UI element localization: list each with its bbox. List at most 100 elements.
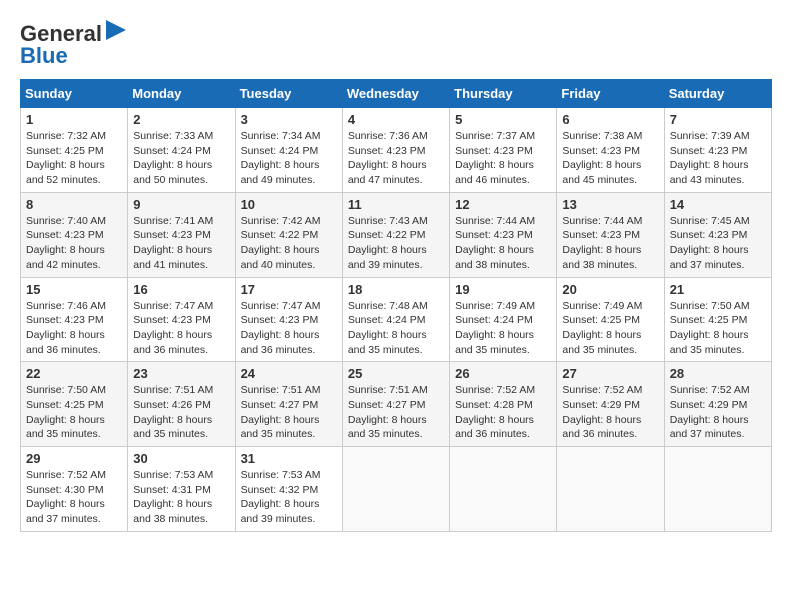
day-info: Sunrise: 7:41 AM Sunset: 4:23 PM Dayligh… [133,214,229,273]
sunrise-text: Sunrise: 7:36 AM [348,130,428,142]
day-info: Sunrise: 7:45 AM Sunset: 4:23 PM Dayligh… [670,214,766,273]
day-number: 1 [26,112,122,127]
sunset-text: Sunset: 4:23 PM [670,229,748,241]
sunrise-text: Sunrise: 7:33 AM [133,130,213,142]
sunrise-text: Sunrise: 7:48 AM [348,300,428,312]
calendar-cell: 25 Sunrise: 7:51 AM Sunset: 4:27 PM Dayl… [342,362,449,447]
day-info: Sunrise: 7:50 AM Sunset: 4:25 PM Dayligh… [26,383,122,442]
calendar-cell: 14 Sunrise: 7:45 AM Sunset: 4:23 PM Dayl… [664,192,771,277]
calendar-week-row: 15 Sunrise: 7:46 AM Sunset: 4:23 PM Dayl… [21,277,772,362]
daylight-text: Daylight: 8 hours and 40 minutes. [241,244,320,271]
sunset-text: Sunset: 4:23 PM [670,145,748,157]
daylight-text: Daylight: 8 hours and 52 minutes. [26,159,105,186]
calendar-cell: 21 Sunrise: 7:50 AM Sunset: 4:25 PM Dayl… [664,277,771,362]
day-number: 7 [670,112,766,127]
calendar-cell: 31 Sunrise: 7:53 AM Sunset: 4:32 PM Dayl… [235,447,342,532]
calendar-cell [450,447,557,532]
day-info: Sunrise: 7:48 AM Sunset: 4:24 PM Dayligh… [348,299,444,358]
sunset-text: Sunset: 4:23 PM [455,229,533,241]
column-header-wednesday: Wednesday [342,80,449,108]
column-header-thursday: Thursday [450,80,557,108]
sunrise-text: Sunrise: 7:46 AM [26,300,106,312]
sunrise-text: Sunrise: 7:52 AM [455,384,535,396]
sunrise-text: Sunrise: 7:52 AM [670,384,750,396]
day-number: 22 [26,366,122,381]
daylight-text: Daylight: 8 hours and 35 minutes. [562,329,641,356]
day-info: Sunrise: 7:52 AM Sunset: 4:29 PM Dayligh… [670,383,766,442]
day-number: 6 [562,112,658,127]
daylight-text: Daylight: 8 hours and 39 minutes. [241,498,320,525]
calendar-cell: 8 Sunrise: 7:40 AM Sunset: 4:23 PM Dayli… [21,192,128,277]
day-number: 11 [348,197,444,212]
daylight-text: Daylight: 8 hours and 35 minutes. [670,329,749,356]
calendar-cell [342,447,449,532]
daylight-text: Daylight: 8 hours and 50 minutes. [133,159,212,186]
day-info: Sunrise: 7:46 AM Sunset: 4:23 PM Dayligh… [26,299,122,358]
column-header-friday: Friday [557,80,664,108]
sunset-text: Sunset: 4:24 PM [348,314,426,326]
sunrise-text: Sunrise: 7:34 AM [241,130,321,142]
day-info: Sunrise: 7:39 AM Sunset: 4:23 PM Dayligh… [670,129,766,188]
day-number: 17 [241,282,337,297]
day-number: 30 [133,451,229,466]
day-info: Sunrise: 7:36 AM Sunset: 4:23 PM Dayligh… [348,129,444,188]
day-number: 25 [348,366,444,381]
page-header: General Blue [20,20,772,69]
daylight-text: Daylight: 8 hours and 42 minutes. [26,244,105,271]
daylight-text: Daylight: 8 hours and 35 minutes. [348,329,427,356]
sunrise-text: Sunrise: 7:44 AM [562,215,642,227]
sunset-text: Sunset: 4:24 PM [133,145,211,157]
calendar-cell: 1 Sunrise: 7:32 AM Sunset: 4:25 PM Dayli… [21,108,128,193]
sunset-text: Sunset: 4:23 PM [348,145,426,157]
sunset-text: Sunset: 4:22 PM [241,229,319,241]
calendar-cell: 16 Sunrise: 7:47 AM Sunset: 4:23 PM Dayl… [128,277,235,362]
sunset-text: Sunset: 4:24 PM [241,145,319,157]
day-info: Sunrise: 7:49 AM Sunset: 4:24 PM Dayligh… [455,299,551,358]
calendar-week-row: 1 Sunrise: 7:32 AM Sunset: 4:25 PM Dayli… [21,108,772,193]
calendar-week-row: 29 Sunrise: 7:52 AM Sunset: 4:30 PM Dayl… [21,447,772,532]
sunrise-text: Sunrise: 7:53 AM [133,469,213,481]
daylight-text: Daylight: 8 hours and 39 minutes. [348,244,427,271]
daylight-text: Daylight: 8 hours and 37 minutes. [670,244,749,271]
daylight-text: Daylight: 8 hours and 36 minutes. [26,329,105,356]
sunset-text: Sunset: 4:23 PM [26,314,104,326]
calendar-cell: 6 Sunrise: 7:38 AM Sunset: 4:23 PM Dayli… [557,108,664,193]
day-info: Sunrise: 7:52 AM Sunset: 4:29 PM Dayligh… [562,383,658,442]
day-number: 12 [455,197,551,212]
calendar-cell: 17 Sunrise: 7:47 AM Sunset: 4:23 PM Dayl… [235,277,342,362]
day-number: 3 [241,112,337,127]
calendar-cell: 10 Sunrise: 7:42 AM Sunset: 4:22 PM Dayl… [235,192,342,277]
sunrise-text: Sunrise: 7:45 AM [670,215,750,227]
day-info: Sunrise: 7:51 AM Sunset: 4:27 PM Dayligh… [348,383,444,442]
day-number: 2 [133,112,229,127]
calendar-cell: 2 Sunrise: 7:33 AM Sunset: 4:24 PM Dayli… [128,108,235,193]
sunrise-text: Sunrise: 7:39 AM [670,130,750,142]
sunset-text: Sunset: 4:27 PM [241,399,319,411]
day-number: 28 [670,366,766,381]
sunrise-text: Sunrise: 7:49 AM [455,300,535,312]
daylight-text: Daylight: 8 hours and 35 minutes. [133,414,212,441]
daylight-text: Daylight: 8 hours and 45 minutes. [562,159,641,186]
day-info: Sunrise: 7:33 AM Sunset: 4:24 PM Dayligh… [133,129,229,188]
day-number: 27 [562,366,658,381]
day-info: Sunrise: 7:34 AM Sunset: 4:24 PM Dayligh… [241,129,337,188]
column-header-monday: Monday [128,80,235,108]
sunset-text: Sunset: 4:25 PM [670,314,748,326]
day-number: 20 [562,282,658,297]
calendar-cell: 18 Sunrise: 7:48 AM Sunset: 4:24 PM Dayl… [342,277,449,362]
day-number: 4 [348,112,444,127]
sunset-text: Sunset: 4:25 PM [26,399,104,411]
calendar-table: SundayMondayTuesdayWednesdayThursdayFrid… [20,79,772,532]
day-info: Sunrise: 7:47 AM Sunset: 4:23 PM Dayligh… [133,299,229,358]
calendar-cell: 24 Sunrise: 7:51 AM Sunset: 4:27 PM Dayl… [235,362,342,447]
day-info: Sunrise: 7:51 AM Sunset: 4:26 PM Dayligh… [133,383,229,442]
daylight-text: Daylight: 8 hours and 43 minutes. [670,159,749,186]
sunrise-text: Sunrise: 7:52 AM [26,469,106,481]
sunrise-text: Sunrise: 7:47 AM [241,300,321,312]
calendar-week-row: 22 Sunrise: 7:50 AM Sunset: 4:25 PM Dayl… [21,362,772,447]
calendar-cell: 23 Sunrise: 7:51 AM Sunset: 4:26 PM Dayl… [128,362,235,447]
sunrise-text: Sunrise: 7:43 AM [348,215,428,227]
day-number: 15 [26,282,122,297]
sunset-text: Sunset: 4:26 PM [133,399,211,411]
calendar-cell [664,447,771,532]
